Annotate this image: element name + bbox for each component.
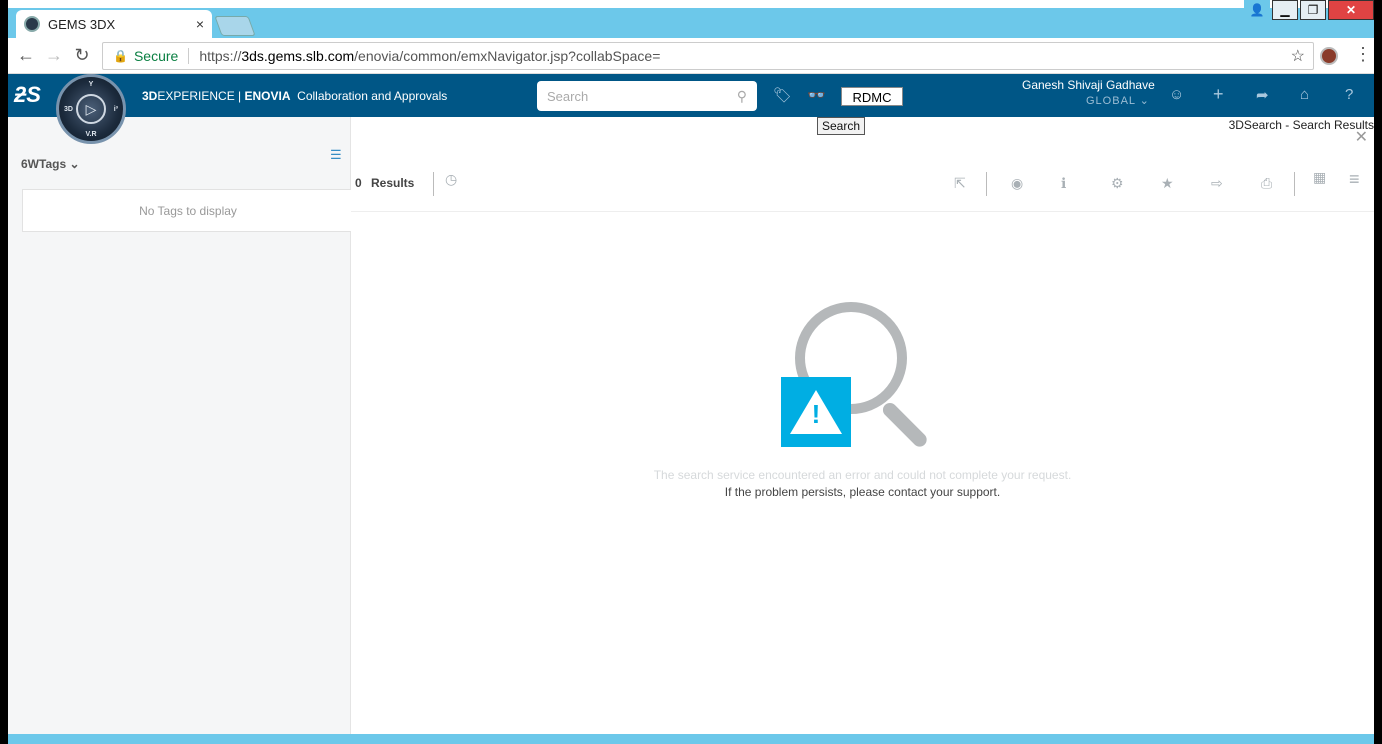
app-brand: 3DEXPERIENCE | ENOVIA Collaboration and … [142, 89, 447, 103]
brand-rest: EXPERIENCE | [157, 89, 245, 103]
toolbar-divider [1294, 172, 1295, 196]
select-icon[interactable]: ⇱ [954, 175, 966, 192]
search-icon[interactable]: ⚲ [737, 88, 747, 105]
home-icon[interactable]: ⌂ [1300, 86, 1309, 103]
profile-avatar[interactable] [1320, 47, 1338, 65]
tag-icon[interactable]: 🏷 [773, 86, 792, 104]
favicon-icon [24, 16, 40, 32]
error-message: The search service encountered an error … [653, 468, 1072, 482]
warning-icon: ! [781, 377, 851, 447]
view-icon[interactable]: ◉ [1011, 175, 1023, 192]
results-panel-title: 3DSearch - Search Results [1228, 118, 1374, 132]
lock-icon: 🔒 [113, 49, 128, 63]
search-box: ⚲ [537, 81, 757, 111]
url-host: 3ds.gems.slb.com [241, 48, 355, 64]
compass-bottom-label: V.R [85, 131, 97, 138]
error-illustration: ! [781, 302, 941, 452]
url-scheme: https:// [199, 48, 242, 64]
url-text[interactable]: https://3ds.gems.slb.com/enovia/common/e… [199, 48, 660, 64]
restore-button[interactable]: ❐ [1300, 0, 1326, 20]
favorite-icon[interactable]: ★ [1161, 175, 1174, 192]
tab-close-icon[interactable]: × [196, 16, 204, 32]
tab-title: GEMS 3DX [48, 16, 116, 32]
brand-product: ENOVIA [244, 89, 291, 103]
user-name[interactable]: Ganesh Shivaji Gadhave [1022, 78, 1155, 92]
rdmc-button[interactable]: RDMC [841, 87, 903, 106]
tags-title[interactable]: 6WTags ⌄ [21, 157, 80, 171]
print-icon[interactable]: ⎙ [1261, 175, 1272, 192]
bookmark-star-icon[interactable]: ☆ [1291, 46, 1305, 66]
app-header: ƻS Y 3D i³ V.R ▷ 3DEXPERIENCE | ENOVIA C… [8, 74, 1374, 144]
url-path: /enovia/common/emxNavigator.jsp?collabSp… [354, 48, 661, 64]
add-icon[interactable]: + [1213, 84, 1224, 105]
new-tab-button[interactable] [214, 16, 256, 36]
binoculars-icon[interactable]: 👓 [807, 86, 826, 104]
share-icon[interactable]: ➦ [1256, 86, 1269, 104]
brand-app: Collaboration and Approvals [297, 89, 448, 103]
results-count: 0 [355, 176, 362, 190]
compass-right-label: i³ [113, 105, 118, 113]
tags-filter-icon[interactable]: ☰ [330, 147, 342, 163]
brand-bold: 3D [142, 89, 158, 103]
browser-tab[interactable]: GEMS 3DX × [16, 10, 212, 38]
settings-icon[interactable]: ⚙ [1111, 175, 1124, 192]
browser-menu-icon[interactable]: ⋮ [1354, 44, 1372, 65]
export-icon[interactable]: ⇨ [1211, 175, 1223, 192]
play-icon: ▷ [76, 94, 106, 124]
results-panel: 3DSearch - Search Results ✕ 0 Results ◷ … [351, 117, 1374, 744]
browser-window: GEMS 3DX × 👤 ▁ ❐ ✕ ← → ↻ 🔒 Secure https:… [8, 0, 1374, 744]
minimize-button[interactable]: ▁ [1272, 0, 1298, 20]
warning-mark: ! [811, 399, 821, 429]
taskbar [8, 734, 1374, 744]
ds-logo: ƻS [14, 82, 41, 107]
forward-button[interactable]: → [40, 45, 68, 66]
compass-left-label: 3D [64, 105, 73, 113]
address-bar: ← → ↻ 🔒 Secure https://3ds.gems.slb.com/… [8, 38, 1374, 74]
secure-label: Secure [134, 48, 190, 64]
user-icon[interactable]: 👤 [1244, 0, 1270, 20]
tags-panel: 6WTags ⌄ ☰ No Tags to display [8, 117, 354, 744]
list-menu-icon[interactable]: ≡ [1349, 169, 1360, 190]
history-icon[interactable]: ◷ [445, 171, 457, 188]
results-label: Results [371, 176, 415, 190]
toolbar-divider [986, 172, 987, 196]
tab-bar: GEMS 3DX × [8, 8, 1374, 38]
info-icon[interactable]: ℹ [1061, 175, 1066, 192]
compass-button[interactable]: Y 3D i³ V.R ▷ [56, 74, 126, 144]
help-icon[interactable]: ? [1345, 86, 1353, 103]
tags-empty-message: No Tags to display [22, 189, 354, 232]
results-toolbar: 0 Results ◷ ⇱ ◉ ℹ ⚙ ★ ⇨ ⎙ ▦ ≡ [351, 167, 1374, 212]
search-input[interactable] [547, 88, 737, 104]
window-controls: 👤 ▁ ❐ ✕ [1242, 0, 1374, 22]
user-group[interactable]: GLOBAL ⌄ [1086, 94, 1150, 107]
compass-top-label: Y [88, 81, 94, 88]
search-tooltip: Search [817, 117, 866, 135]
profile-icon[interactable]: ☺ [1169, 86, 1184, 103]
grid-view-icon[interactable]: ▦ [1313, 169, 1326, 186]
url-field[interactable]: 🔒 Secure https://3ds.gems.slb.com/enovia… [102, 42, 1314, 70]
back-button[interactable]: ← [12, 45, 40, 66]
toolbar-divider [433, 172, 434, 196]
support-message: If the problem persists, please contact … [724, 485, 1001, 499]
reload-button[interactable]: ↻ [68, 45, 96, 66]
close-icon[interactable]: ✕ [1355, 127, 1368, 147]
magnifier-handle [880, 400, 930, 450]
close-window-button[interactable]: ✕ [1328, 0, 1374, 20]
